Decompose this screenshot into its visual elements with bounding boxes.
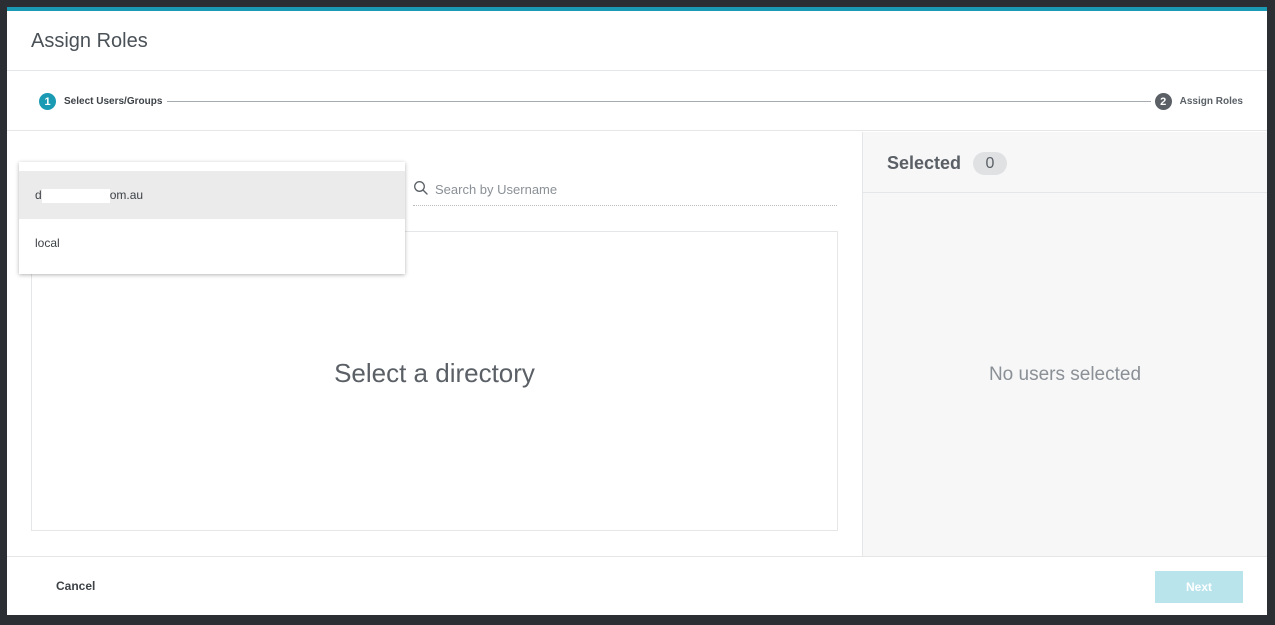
- directory-name-start: d: [35, 188, 42, 202]
- next-button[interactable]: Next: [1155, 571, 1243, 603]
- search-input[interactable]: [435, 178, 831, 200]
- no-users-message: No users selected: [988, 364, 1142, 385]
- modal-header: Assign Roles: [7, 11, 1267, 71]
- directory-dropdown-menu: d om.au local: [19, 162, 405, 274]
- dropdown-item-directory[interactable]: d om.au: [19, 171, 405, 219]
- modal-title: Assign Roles: [31, 30, 148, 52]
- cancel-button[interactable]: Cancel: [56, 579, 95, 593]
- step-select-users[interactable]: 1 Select Users/Groups: [39, 93, 162, 110]
- step-label: Select Users/Groups: [64, 96, 163, 107]
- step-number: 1: [39, 93, 56, 110]
- selected-title: Selected: [887, 153, 962, 173]
- results-area: Select a directory: [31, 231, 838, 531]
- empty-results-message: Select a directory: [334, 358, 535, 388]
- modal-footer: Cancel Next: [7, 556, 1267, 615]
- step-number: 2: [1154, 93, 1172, 110]
- step-assign-roles[interactable]: 2 Assign Roles: [1154, 93, 1243, 110]
- user-search-panel: Select a directory d om.au local: [7, 132, 862, 556]
- search-icon: [414, 181, 428, 195]
- directory-name-end: om.au: [109, 188, 144, 202]
- selected-header: Selected 0: [863, 132, 1267, 193]
- redacted-text: [41, 188, 110, 203]
- step-label: Assign Roles: [1179, 96, 1243, 107]
- selected-users-panel: Selected 0 No users selected: [862, 132, 1267, 556]
- stepper-line: [167, 101, 1151, 102]
- wizard-stepper: 1 Select Users/Groups 2 Assign Roles: [7, 71, 1267, 131]
- selected-count-badge: 0: [973, 152, 1007, 175]
- dropdown-item-local[interactable]: local: [19, 219, 405, 267]
- assign-roles-modal: Assign Roles 1 Select Users/Groups 2 Ass…: [7, 7, 1267, 615]
- search-field[interactable]: [413, 174, 837, 206]
